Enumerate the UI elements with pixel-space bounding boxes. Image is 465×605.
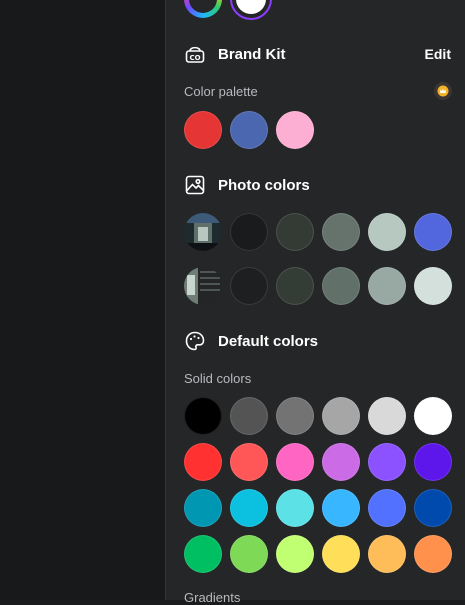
solid-color-swatch[interactable] [230, 489, 268, 527]
photo-color-swatch[interactable] [276, 213, 314, 251]
solid-color-swatch[interactable] [276, 489, 314, 527]
photo-colors-title: Photo colors [218, 176, 310, 194]
photo-color-swatch[interactable] [368, 213, 406, 251]
gradients-label: Gradients [184, 590, 241, 605]
solid-color-swatch[interactable] [368, 397, 406, 435]
editor-canvas-area [0, 0, 165, 600]
photo-colors-header: Photo colors [184, 172, 310, 198]
solid-color-swatch[interactable] [184, 397, 222, 435]
photo-thumbnail-1[interactable] [184, 213, 222, 251]
brand-color-swatch[interactable] [230, 111, 268, 149]
default-colors-title: Default colors [218, 332, 319, 350]
brand-color-swatch[interactable] [184, 111, 222, 149]
solid-color-swatch[interactable] [414, 535, 452, 573]
photo-color-swatch[interactable] [322, 267, 360, 305]
photo-color-swatch[interactable] [414, 213, 452, 251]
photo-color-swatch[interactable] [414, 267, 452, 305]
solid-color-swatch[interactable] [414, 397, 452, 435]
solid-color-swatch[interactable] [414, 443, 452, 481]
solid-color-swatch[interactable] [276, 443, 314, 481]
photo-color-swatch[interactable] [322, 213, 360, 251]
brand-kit-icon: CO [184, 43, 206, 65]
solid-color-swatch[interactable] [322, 535, 360, 573]
solid-color-swatch[interactable] [368, 489, 406, 527]
photo-color-swatch[interactable] [276, 267, 314, 305]
solid-color-swatch[interactable] [322, 397, 360, 435]
color-palette-label: Color palette [184, 84, 258, 99]
solid-color-swatch[interactable] [368, 535, 406, 573]
crown-icon [434, 82, 452, 100]
brand-color-swatch[interactable] [276, 111, 314, 149]
photo-color-swatch[interactable] [230, 213, 268, 251]
solid-colors-label: Solid colors [184, 371, 252, 386]
solid-color-swatch[interactable] [322, 443, 360, 481]
brand-kit-title: Brand Kit [218, 45, 286, 63]
photo-color-swatch[interactable] [230, 267, 268, 305]
solid-color-swatch[interactable] [184, 489, 222, 527]
solid-color-swatch[interactable] [414, 489, 452, 527]
solid-color-swatch[interactable] [368, 443, 406, 481]
solid-color-swatch[interactable] [276, 397, 314, 435]
solid-color-swatch[interactable] [276, 535, 314, 573]
solid-color-swatch[interactable] [184, 535, 222, 573]
solid-color-swatch[interactable] [230, 443, 268, 481]
color-picker-wheel[interactable] [184, 0, 222, 18]
solid-color-swatch[interactable] [322, 489, 360, 527]
photo-thumbnail-2[interactable] [184, 267, 222, 305]
solid-color-swatch[interactable] [230, 535, 268, 573]
brand-kit-edit-button[interactable]: Edit [425, 46, 451, 62]
default-colors-header: Default colors [184, 328, 318, 354]
photo-color-swatch[interactable] [368, 267, 406, 305]
solid-color-swatch[interactable] [230, 397, 268, 435]
svg-text:CO: CO [189, 54, 200, 62]
image-icon [184, 174, 206, 196]
palette-icon [184, 330, 206, 352]
current-color-swatch[interactable] [230, 0, 272, 20]
color-panel: CO Brand Kit Edit Color palette Photo co… [165, 0, 465, 605]
brand-kit-header: CO Brand Kit [184, 41, 286, 67]
solid-color-swatch[interactable] [184, 443, 222, 481]
